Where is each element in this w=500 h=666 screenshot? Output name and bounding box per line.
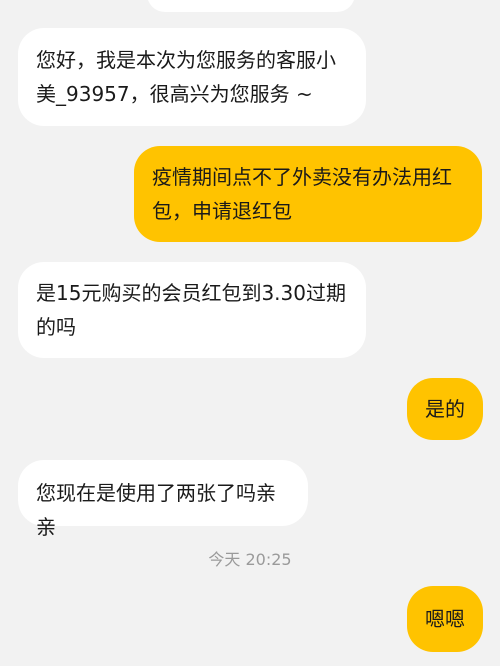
partial-message-bubble: [147, 0, 355, 12]
message-bubble-user-ack[interactable]: 嗯嗯: [407, 586, 483, 652]
message-bubble-agent-followup[interactable]: 您现在是使用了两张了吗亲亲: [18, 460, 308, 539]
chat-timestamp: 今天 20:25: [208, 550, 292, 569]
message-bubble-user-confirm[interactable]: 是的: [407, 378, 483, 440]
message-bubble-agent-question[interactable]: 是15元购买的会员红包到3.30过期的吗: [18, 262, 366, 358]
message-bubble-user-refund-request[interactable]: 疫情期间点不了外卖没有办法用红包，申请退红包: [134, 146, 482, 242]
message-bubble-agent-greeting[interactable]: 您好，我是本次为您服务的客服小美_93957，很高兴为您服务 ~: [18, 28, 366, 126]
